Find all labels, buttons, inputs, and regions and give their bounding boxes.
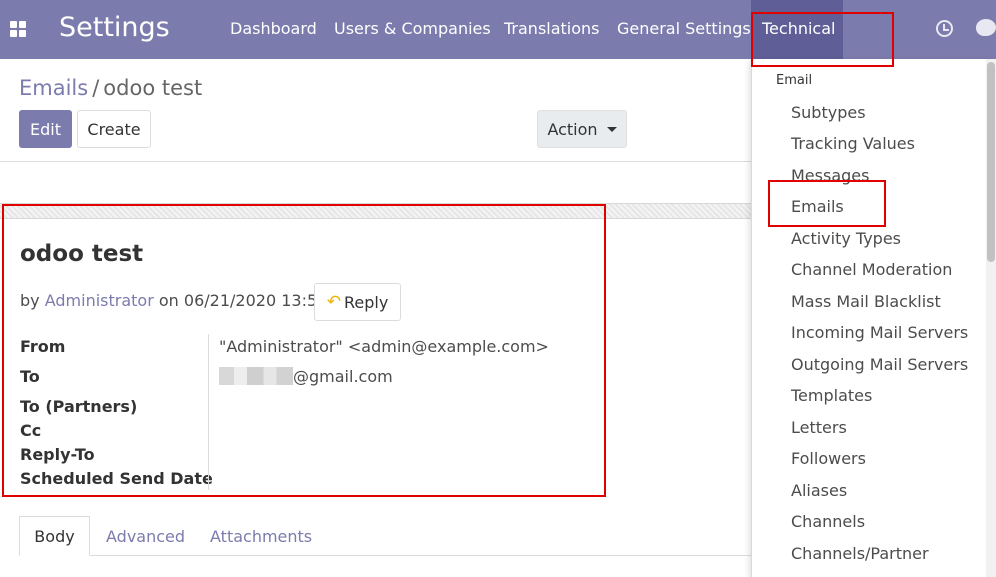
menu-item-templates[interactable]: Templates: [791, 386, 872, 405]
to-label: To: [20, 367, 40, 386]
to-partners-label: To (Partners): [20, 397, 138, 416]
from-label: From: [20, 337, 66, 356]
caret-down-icon: [606, 126, 617, 132]
redacted-email-blur: [219, 367, 293, 385]
tab-advanced[interactable]: Advanced: [106, 516, 185, 556]
reply-arrow-icon: ↶: [326, 292, 341, 312]
apps-menu-icon[interactable]: [10, 21, 26, 37]
tab-body[interactable]: Body: [19, 516, 90, 556]
menu-item-outgoing-mail-servers[interactable]: Outgoing Mail Servers: [791, 355, 968, 374]
breadcrumb: Emails / odoo test: [19, 76, 202, 100]
action-dropdown-button[interactable]: Action: [537, 110, 627, 148]
menu-item-activity-types[interactable]: Activity Types: [791, 229, 901, 248]
edit-button[interactable]: Edit: [19, 110, 72, 148]
reply-to-label: Reply-To: [20, 445, 95, 464]
message-meta: by Administrator on 06/21/2020 13:57:06: [20, 291, 353, 310]
menu-item-followers[interactable]: Followers: [791, 449, 866, 468]
menu-item-aliases[interactable]: Aliases: [791, 481, 847, 500]
messaging-chat-icon[interactable]: [976, 19, 996, 36]
menu-item-channel-moderation[interactable]: Channel Moderation: [791, 260, 952, 279]
nav-general-settings[interactable]: General Settings: [617, 19, 751, 38]
nav-technical[interactable]: Technical: [762, 19, 835, 38]
menu-item-letters[interactable]: Letters: [791, 418, 847, 437]
create-button[interactable]: Create: [77, 110, 151, 148]
menu-section-email: Email: [776, 73, 813, 88]
menu-scrollbar-thumb[interactable]: [987, 62, 995, 262]
menu-item-tracking-values[interactable]: Tracking Values: [791, 134, 915, 153]
cc-label: Cc: [20, 421, 42, 440]
action-label: Action: [547, 119, 598, 139]
breadcrumb-current: odoo test: [103, 76, 203, 100]
scheduled-send-date-label: Scheduled Send Date: [20, 469, 213, 488]
field-separator: [208, 334, 209, 490]
by-text: by: [20, 291, 40, 310]
breadcrumb-separator: /: [92, 76, 100, 100]
nav-dashboard[interactable]: Dashboard: [230, 19, 317, 38]
to-value-domain: @gmail.com: [293, 367, 393, 386]
menu-item-channels-partner[interactable]: Channels/Partner: [791, 544, 929, 563]
menu-item-mass-mail-blacklist[interactable]: Mass Mail Blacklist: [791, 292, 941, 311]
app-title: Settings: [59, 12, 170, 43]
control-panel-divider: [0, 161, 751, 162]
reply-button[interactable]: ↶ Reply: [314, 283, 401, 321]
menu-item-channels[interactable]: Channels: [791, 512, 865, 531]
from-value: "Administrator" <admin@example.com>: [219, 337, 549, 356]
to-value: @gmail.com: [219, 367, 393, 386]
activity-clock-icon[interactable]: [936, 20, 953, 37]
form-sheet-background: [0, 203, 751, 219]
nav-translations[interactable]: Translations: [504, 19, 600, 38]
menu-item-incoming-mail-servers[interactable]: Incoming Mail Servers: [791, 323, 968, 342]
breadcrumb-emails-link[interactable]: Emails: [19, 76, 88, 100]
author-link[interactable]: Administrator: [45, 291, 154, 310]
message-subject: odoo test: [20, 241, 144, 267]
menu-item-messages[interactable]: Messages: [791, 166, 869, 185]
menu-item-subtypes[interactable]: Subtypes: [791, 103, 866, 122]
tab-attachments[interactable]: Attachments: [210, 516, 312, 556]
reply-label: Reply: [343, 292, 389, 312]
menu-item-emails[interactable]: Emails: [791, 197, 844, 216]
on-text: on: [158, 291, 179, 310]
nav-users-companies[interactable]: Users & Companies: [334, 19, 491, 38]
